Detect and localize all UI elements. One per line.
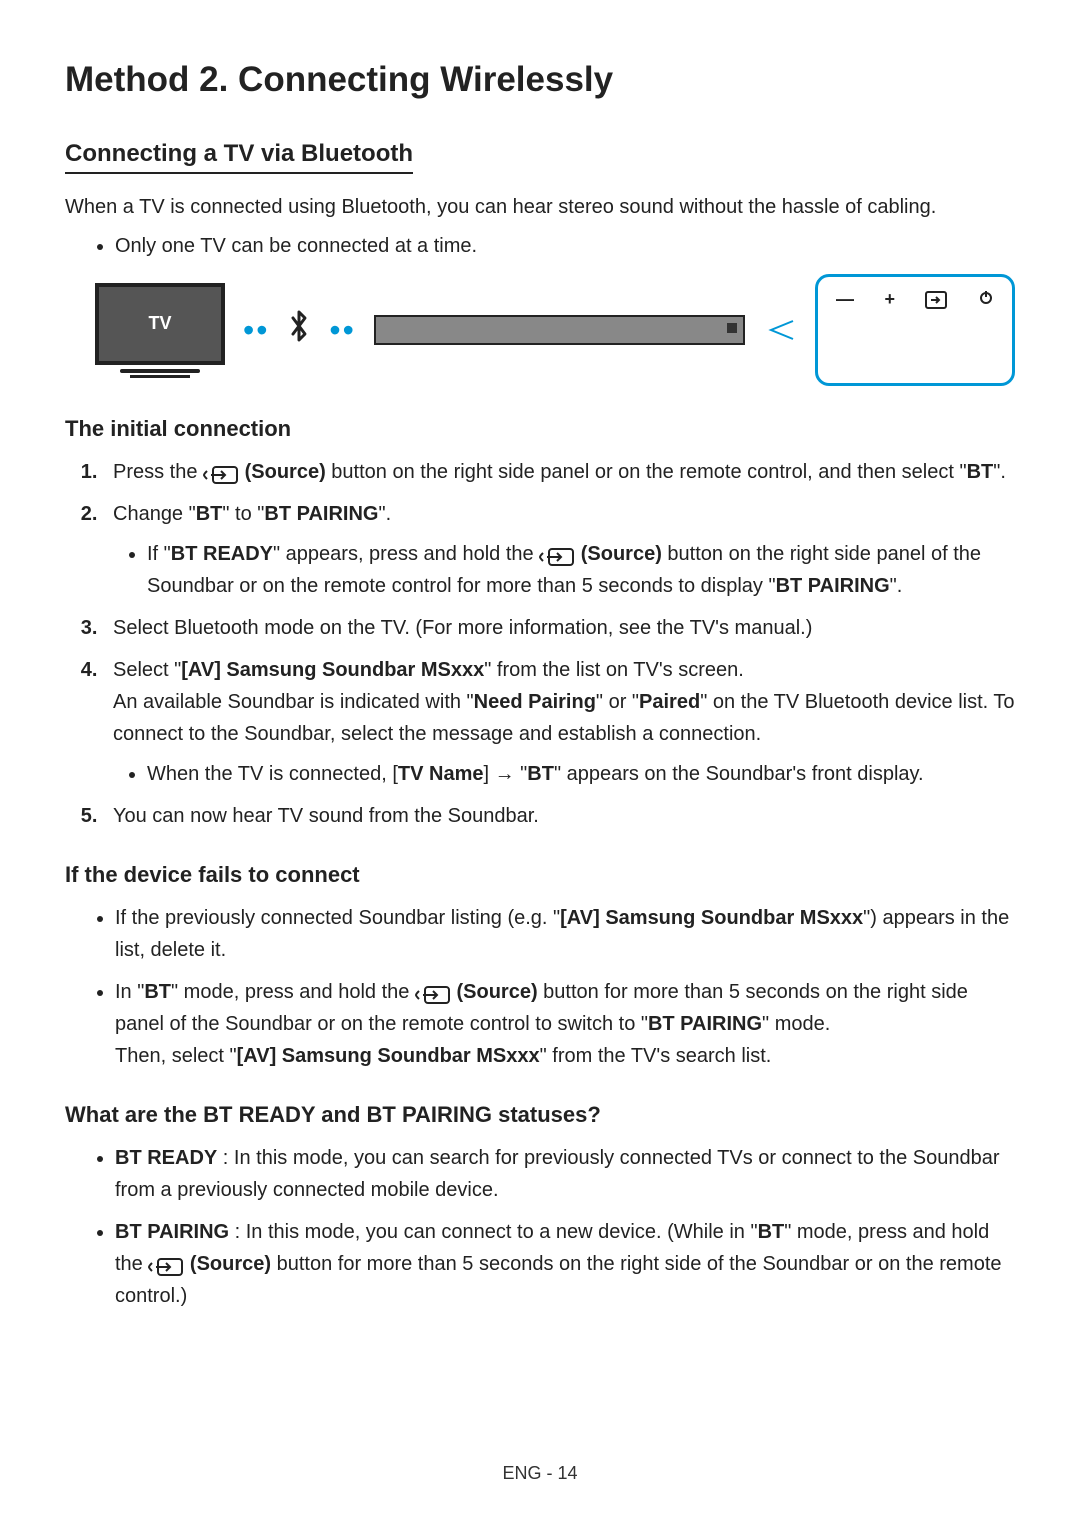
note-one-tv: Only one TV can be connected at a time. — [115, 231, 1015, 262]
fail-list: If the previously connected Soundbar lis… — [65, 902, 1015, 1072]
status-bt-ready: BT READY : In this mode, you can search … — [115, 1142, 1015, 1206]
signal-dots-left: •• — [243, 312, 269, 349]
step-3: Select Bluetooth mode on the TV. (For mo… — [103, 612, 1015, 644]
heading-initial-connection: The initial connection — [65, 416, 1015, 442]
bluetooth-icon — [287, 309, 311, 351]
source-icon — [415, 983, 451, 1003]
step-4: Select "[AV] Samsung Soundbar MSxxx" fro… — [103, 654, 1015, 790]
status-list: BT READY : In this mode, you can search … — [65, 1142, 1015, 1312]
heading-bt-statuses: What are the BT READY and BT PAIRING sta… — [65, 1102, 1015, 1128]
tv-graphic: TV — [95, 283, 225, 378]
source-icon — [148, 1255, 184, 1275]
source-icon — [203, 463, 239, 483]
connection-diagram: TV •• •• — + — [95, 274, 1015, 386]
fail-bullet-2: In "BT" mode, press and hold the (Source… — [115, 976, 1015, 1072]
status-bt-pairing: BT PAIRING : In this mode, you can conne… — [115, 1216, 1015, 1312]
page-footer: ENG - 14 — [0, 1463, 1080, 1484]
step-5: You can now hear TV sound from the Sound… — [103, 800, 1015, 832]
intro-text: When a TV is connected using Bluetooth, … — [65, 192, 1015, 223]
tv-label: TV — [148, 313, 171, 334]
page-title: Method 2. Connecting Wirelessly — [65, 60, 1015, 100]
step-2-sub: If "BT READY" appears, press and hold th… — [147, 538, 1015, 602]
vol-up-icon: + — [884, 289, 895, 310]
source-icon — [539, 545, 575, 565]
source-icon — [925, 291, 947, 309]
step-4-sub: When the TV is connected, [TV Name] → "B… — [147, 758, 1015, 790]
step-2: Change "BT" to "BT PAIRING". If "BT READ… — [103, 498, 1015, 602]
steps-list: Press the (Source) button on the right s… — [65, 456, 1015, 832]
vol-down-icon: — — [836, 289, 854, 310]
step-1: Press the (Source) button on the right s… — [103, 456, 1015, 488]
arrow-icon — [763, 315, 797, 345]
soundbar-graphic — [374, 315, 745, 345]
remote-graphic: — + — [815, 274, 1015, 386]
signal-dots-right: •• — [329, 312, 355, 349]
fail-bullet-1: If the previously connected Soundbar lis… — [115, 902, 1015, 966]
heading-fails-to-connect: If the device fails to connect — [65, 862, 1015, 888]
power-icon — [978, 289, 994, 310]
section-heading: Connecting a TV via Bluetooth — [65, 140, 413, 174]
